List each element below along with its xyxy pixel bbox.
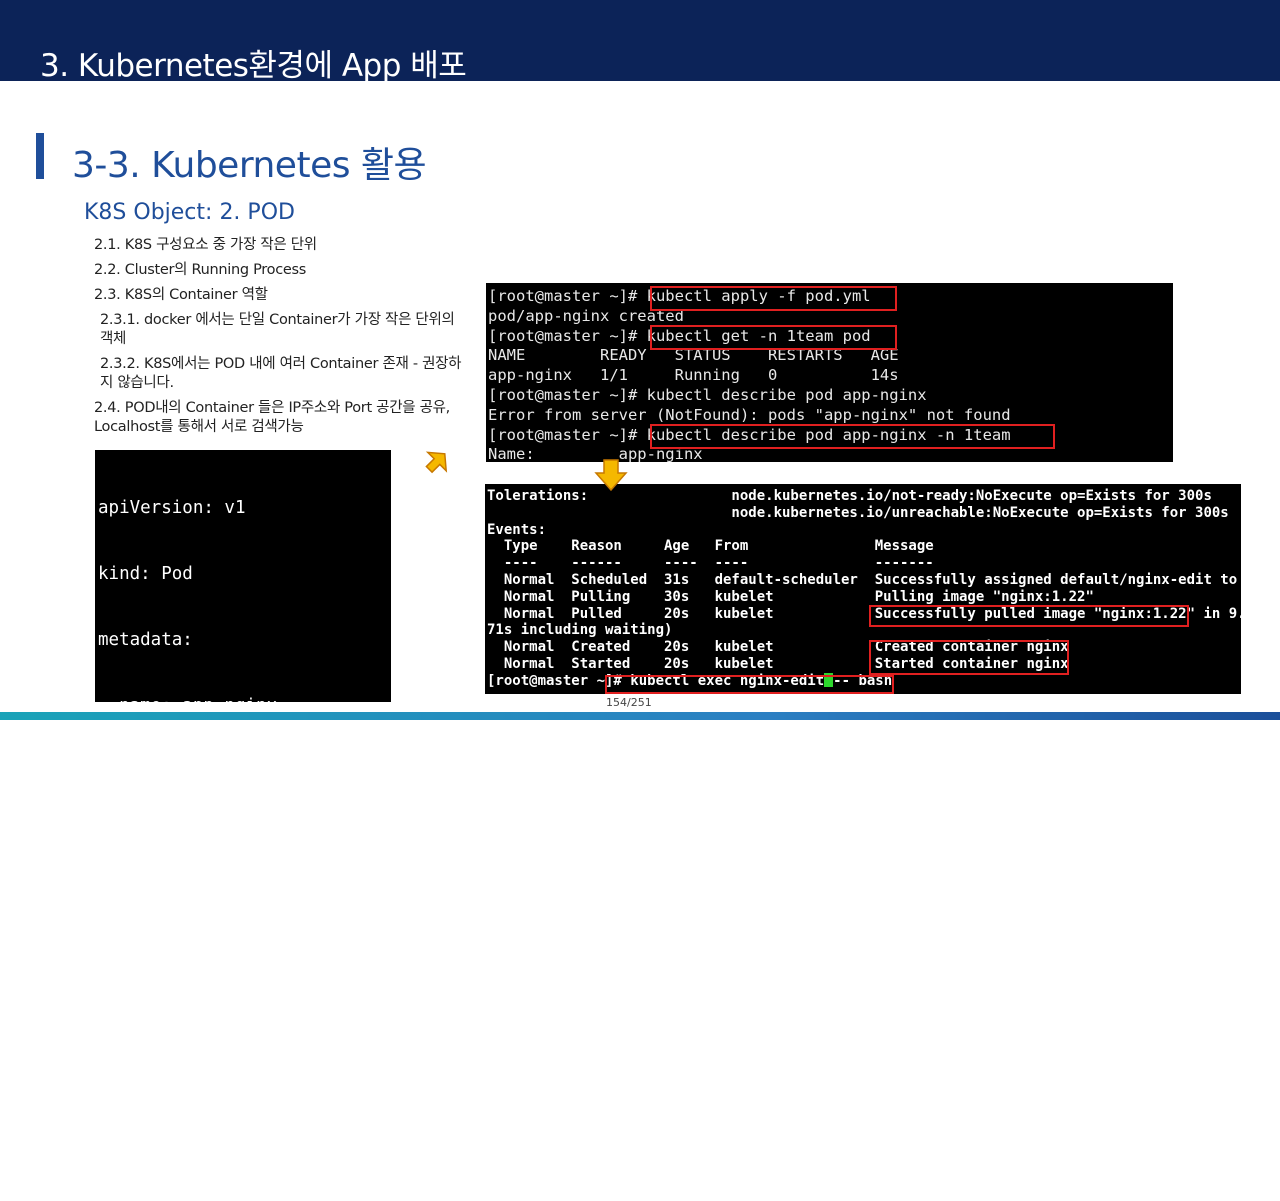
yaml-line: kind: Pod — [98, 564, 193, 584]
chapter-title: 3. Kubernetes환경에 App 배포 — [40, 48, 467, 84]
terminal-line: Normal Created 20s kubelet Created conta… — [487, 639, 1069, 656]
terminal-line: app-nginx 1/1 Running 0 14s — [488, 366, 899, 385]
highlight-apply-command — [650, 286, 897, 311]
toc-item: 2.3.2. K8S에서는 POD 내에 여러 Container 존재 - 권… — [100, 356, 462, 391]
highlight-describe-command — [650, 424, 1055, 449]
yaml-line: - name: nginx — [98, 960, 257, 980]
toc-item: 2.2. Cluster의 Running Process — [94, 262, 307, 278]
yaml-line: ports: — [98, 1092, 204, 1112]
terminal-line: Type Reason Age From Message — [487, 538, 934, 555]
terminal-line: ---- ------ ---- ---- ------- — [487, 555, 934, 572]
arrow-up-right-icon — [425, 451, 448, 474]
terminal-line: node.kubernetes.io/unreachable:NoExecute… — [487, 504, 1229, 521]
yaml-line: apiVersion: v1 — [98, 498, 246, 518]
terminal-line: Normal Scheduled 31s default-scheduler S… — [487, 571, 1238, 588]
toc-item: 2.3. K8S의 Container 역할 — [94, 287, 268, 303]
yaml-line: containers: — [98, 894, 235, 914]
yaml-line: namespace: 1team — [98, 762, 288, 782]
pod-yaml-code: apiVersion: v1 kind: Pod metadata: name:… — [95, 450, 391, 1178]
subsection-title: K8S Object: 2. POD — [84, 200, 295, 225]
toc-item: 2.4. POD내의 Container 들은 IP주소와 Port 공간을 공… — [94, 400, 450, 435]
arrow-down-icon — [594, 459, 628, 492]
terminal-line: Error from server (NotFound): pods "app-… — [488, 405, 1011, 424]
terminal-pod-events: Tolerations: node.kubernetes.io/not-read… — [485, 484, 1241, 694]
terminal-line: Events: — [487, 521, 547, 538]
yaml-line: - containerPort: 80 — [98, 1158, 341, 1178]
toc-item: 2.3.1. docker 에서는 단일 Container가 가장 작은 단위… — [100, 312, 455, 347]
highlight-created-started — [869, 640, 1069, 675]
terminal-line: [root@master ~]# kubectl describe pod ap… — [488, 385, 927, 404]
highlight-exec-command — [605, 675, 894, 694]
yaml-line: metadata: — [98, 630, 193, 650]
terminal-line: Normal Started 20s kubelet Started conta… — [487, 655, 1069, 672]
yaml-line: image: nginx — [98, 1026, 267, 1046]
page-number: 154/251 — [606, 696, 652, 709]
toc-list: 2.1. K8S 구성요소 중 가장 작은 단위 2.2. Cluster의 R… — [94, 236, 464, 443]
highlight-get-command — [650, 325, 897, 350]
toc-item: 2.1. K8S 구성요소 중 가장 작은 단위 — [94, 237, 317, 253]
section-title: 3-3. Kubernetes 활용 — [72, 145, 427, 186]
section-accent-bar — [36, 133, 44, 179]
footer-bar — [0, 712, 1280, 720]
terminal-line: Normal Pulling 30s kubelet Pulling image… — [487, 588, 1094, 605]
highlight-pulled-image — [869, 605, 1189, 627]
yaml-line: spec: — [98, 828, 151, 848]
